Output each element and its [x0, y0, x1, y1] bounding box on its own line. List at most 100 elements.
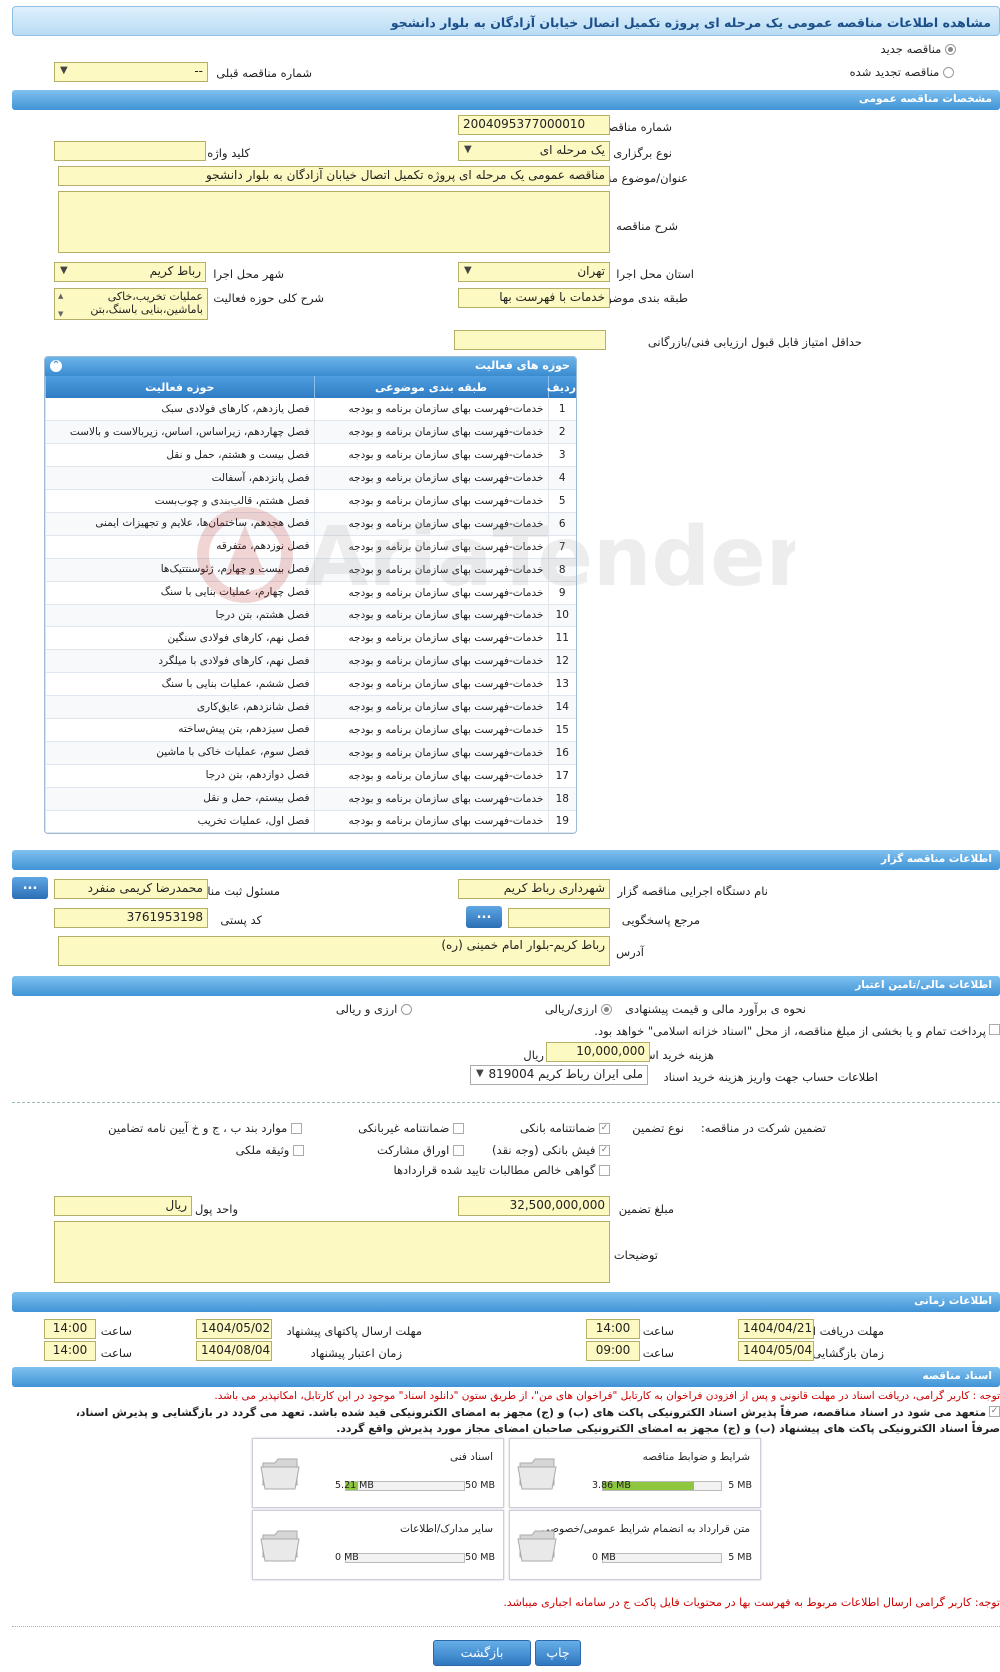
guarantee-type-label: نوع تضمین: [632, 1121, 684, 1135]
nonbank-guarantee-check[interactable]: ضمانتنامه غیربانکی: [358, 1121, 464, 1135]
table-row[interactable]: 3 خدمات-فهرست بهای سازمان برنامه و بودجه ف…: [45, 443, 576, 468]
radio-rial[interactable]: ارزی/ریالی: [545, 1002, 612, 1016]
document-file-box[interactable]: متن قرارداد به انضمام شرایط عمومی/خصوصی 5…: [509, 1510, 761, 1580]
document-file-box[interactable]: اسناد فنی 50 MB 5.21 MB: [252, 1438, 504, 1508]
clause-check[interactable]: موارد بند ب ، ج و خ آیین نامه تضامین: [108, 1121, 302, 1135]
table-row[interactable]: 19 خدمات-فهرست بهای سازمان برنامه و بودجه…: [45, 810, 576, 834]
print-button[interactable]: چاپ: [535, 1640, 581, 1666]
ref-lookup-button[interactable]: ...: [466, 906, 502, 928]
scroll-up-icon[interactable]: ▲: [58, 290, 63, 303]
postal-field[interactable]: 3761953198: [54, 908, 208, 928]
receivables-label: گواهی خالص مطالبات تایید شده قراردادها: [393, 1163, 596, 1177]
doc-deadline-time[interactable]: 14:00: [586, 1319, 640, 1339]
table-row[interactable]: 18 خدمات-فهرست بهای سازمان برنامه و بودجه…: [45, 787, 576, 811]
ref-field[interactable]: [508, 908, 610, 928]
table-row[interactable]: 17 خدمات-فهرست بهای سازمان برنامه و بودجه…: [45, 764, 576, 788]
submit-deadline-date[interactable]: 1404/05/02: [196, 1319, 272, 1339]
row-activity: فصل اول، عملیات تخریب: [45, 810, 314, 834]
bank-guarantee-check[interactable]: ✓ ضمانتنامه بانکی: [520, 1121, 610, 1135]
table-row[interactable]: 5 خدمات-فهرست بهای سازمان برنامه و بودجه ف…: [45, 489, 576, 513]
description-field[interactable]: [58, 191, 610, 253]
amount-field[interactable]: 32,500,000,000: [458, 1196, 610, 1216]
row-idx: 13: [547, 672, 576, 697]
table-row[interactable]: 6 خدمات-فهرست بهای سازمان برنامه و بودجه ف…: [45, 512, 576, 536]
registrar-lookup-button[interactable]: ...: [12, 877, 48, 899]
row-activity: فصل یازدهم، کارهای فولادی سبک: [45, 398, 314, 422]
submit-deadline-time[interactable]: 14:00: [44, 1319, 96, 1339]
table-row[interactable]: 10 خدمات-فهرست بهای سازمان برنامه و بودجه…: [45, 604, 576, 628]
table-row[interactable]: 4 خدمات-فهرست بهای سازمان برنامه و بودجه ف…: [45, 466, 576, 491]
commit-check[interactable]: ✓: [989, 1404, 1000, 1418]
prev-tender-label: شماره مناقصه قبلی: [216, 66, 312, 80]
row-idx: 1: [547, 398, 576, 422]
table-row[interactable]: 1 خدمات-فهرست بهای سازمان برنامه و بودجه ف…: [45, 398, 576, 422]
bonds-check[interactable]: اوراق مشارکت: [377, 1143, 464, 1157]
checkbox-icon: [453, 1145, 464, 1156]
account-select[interactable]: ملی ایران رباط کریم 819004 ▼: [470, 1065, 648, 1085]
folder-icon: [260, 1458, 300, 1490]
validity-time[interactable]: 14:00: [44, 1341, 96, 1361]
radio-new-tender[interactable]: مناقصه جدید: [881, 42, 956, 56]
registrar-field[interactable]: محمدرضا کریمی منفرد: [54, 879, 208, 899]
section-timing: اطلاعات زمانی: [12, 1292, 1000, 1312]
checkbox-checked-icon: ✓: [989, 1406, 1000, 1417]
tender-number-label: شماره مناقصه: [602, 120, 672, 134]
file-max-size: 5 MB: [728, 1480, 752, 1491]
keyword-field[interactable]: [54, 141, 206, 161]
province-label: استان محل اجرا: [616, 267, 694, 281]
table-row[interactable]: 2 خدمات-فهرست بهای سازمان برنامه و بودجه ف…: [45, 420, 576, 445]
province-select[interactable]: تهران ▼: [458, 262, 610, 282]
receivables-check[interactable]: گواهی خالص مطالبات تایید شده قراردادها: [393, 1163, 610, 1177]
category-field[interactable]: خدمات با فهرست بها: [458, 288, 610, 308]
documents-note-2: متعهد می شود در اسناد مناقصه، صرفاً پذیر…: [75, 1406, 986, 1419]
row-category: خدمات-فهرست بهای سازمان برنامه و بودجه: [313, 420, 548, 445]
row-idx: 7: [547, 535, 576, 559]
document-file-box[interactable]: سایر مدارک/اطلاعات 50 MB 0 MB: [252, 1510, 504, 1580]
row-idx: 18: [547, 787, 576, 811]
collapse-icon[interactable]: ⌃: [50, 360, 62, 372]
city-select[interactable]: رباط کریم ▼: [54, 262, 206, 282]
prev-tender-select[interactable]: -- ▼: [54, 62, 208, 82]
checkbox-icon: [291, 1123, 302, 1134]
scroll-down-icon[interactable]: ▼: [58, 308, 63, 319]
currency-field[interactable]: ریال: [54, 1196, 192, 1216]
table-row[interactable]: 15 خدمات-فهرست بهای سازمان برنامه و بودجه…: [45, 718, 576, 742]
subject-field[interactable]: مناقصه عمومی یک مرحله ای پروژه تکمیل اتص…: [58, 166, 610, 186]
col-activity: حوزه فعالیت: [45, 376, 314, 398]
keyword-label: کلید واژه: [207, 146, 250, 160]
radio-fx-rial[interactable]: ارزی و ریالی: [336, 1002, 412, 1016]
cash-check[interactable]: ✓ فیش بانکی (وجه نقد): [492, 1143, 610, 1157]
row-activity: فصل پانزدهم، آسفالت: [45, 466, 314, 491]
account-value: ملی ایران رباط کریم 819004: [488, 1067, 643, 1081]
checkbox-icon: [599, 1165, 610, 1176]
opening-date[interactable]: 1404/05/04: [738, 1341, 814, 1361]
table-row[interactable]: 9 خدمات-فهرست بهای سازمان برنامه و بودجه ف…: [45, 581, 576, 605]
table-row[interactable]: 11 خدمات-فهرست بهای سازمان برنامه و بودجه…: [45, 626, 576, 651]
agency-field[interactable]: شهرداری رباط کریم: [458, 879, 610, 899]
min-score-field[interactable]: [454, 330, 606, 350]
validity-date[interactable]: 1404/08/04: [196, 1341, 272, 1361]
section-finance: اطلاعات مالی/تامین اعتبار: [12, 976, 1000, 996]
table-row[interactable]: 14 خدمات-فهرست بهای سازمان برنامه و بودجه…: [45, 695, 576, 719]
section-documents: اسناد مناقصه: [12, 1367, 1000, 1387]
payment-treasury-check[interactable]: [989, 1022, 1000, 1036]
type-select[interactable]: یک مرحله ای ▼: [458, 141, 610, 161]
doc-deadline-date[interactable]: 1404/04/21: [738, 1319, 814, 1339]
file-usage-bar: [345, 1553, 465, 1563]
address-field[interactable]: رباط کریم-بلوار امام خمینی (ره): [58, 936, 610, 966]
table-row[interactable]: 16 خدمات-فهرست بهای سازمان برنامه و بودجه…: [45, 741, 576, 765]
table-row[interactable]: 8 خدمات-فهرست بهای سازمان برنامه و بودجه ف…: [45, 558, 576, 582]
opening-time[interactable]: 09:00: [586, 1341, 640, 1361]
tender-number-field[interactable]: 2004095377000010: [458, 115, 610, 135]
doc-fee-field[interactable]: 10,000,000: [546, 1042, 650, 1062]
back-button[interactable]: بازگشت: [433, 1640, 531, 1666]
activity-desc-field[interactable]: عملیات تخریب،خاکی باماشین،بنایی باسنگ،بت…: [54, 288, 208, 320]
notes-field[interactable]: [54, 1221, 610, 1283]
table-row[interactable]: 12 خدمات-فهرست بهای سازمان برنامه و بودجه…: [45, 649, 576, 674]
table-row[interactable]: 13 خدمات-فهرست بهای سازمان برنامه و بودجه…: [45, 672, 576, 697]
radio-renewed-tender[interactable]: مناقصه تجدید شده: [850, 65, 954, 79]
col-category: طبقه بندی موضوعی: [313, 376, 548, 398]
document-file-box[interactable]: شرایط و ضوابط مناقصه 5 MB 3.86 MB: [509, 1438, 761, 1508]
table-row[interactable]: 7 خدمات-فهرست بهای سازمان برنامه و بودجه ف…: [45, 535, 576, 559]
property-check[interactable]: وثیقه ملکی: [236, 1143, 304, 1157]
